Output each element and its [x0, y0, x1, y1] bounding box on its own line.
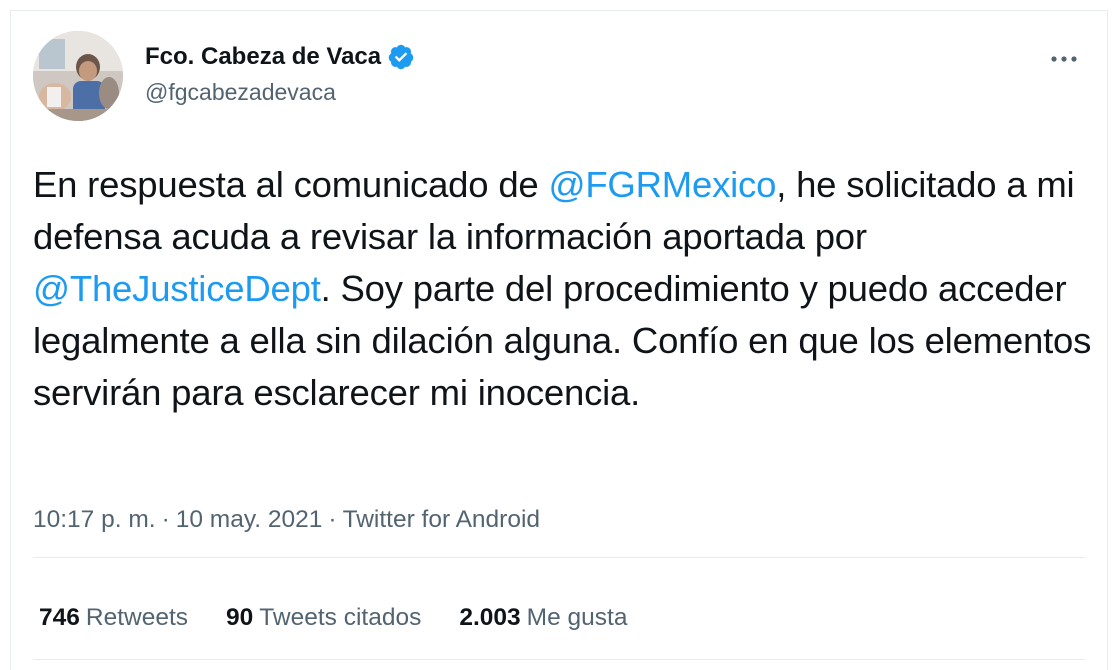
divider [33, 659, 1085, 660]
tweet-date[interactable]: 10 may. 2021 [176, 506, 323, 533]
retweets-stat[interactable]: 746 Retweets [39, 601, 188, 635]
tweet-card: Fco. Cabeza de Vaca @fgcabezadevaca En r… [10, 10, 1108, 670]
tweet-header: Fco. Cabeza de Vaca @fgcabezadevaca [33, 31, 1085, 123]
retweets-count: 746 [39, 604, 80, 631]
user-handle[interactable]: @fgcabezadevaca [145, 77, 415, 107]
more-horizontal-icon[interactable] [1047, 49, 1081, 69]
meta-separator: · [161, 506, 170, 533]
likes-count: 2.003 [459, 604, 521, 631]
tweet-meta: 10:17 p. m. · 10 may. 2021 · Twitter for And… [33, 503, 540, 537]
meta-separator: · [328, 506, 337, 533]
quote-tweets-count: 90 [226, 604, 254, 631]
divider [33, 557, 1085, 558]
avatar[interactable] [33, 31, 123, 121]
mention-link[interactable]: @TheJusticeDept [33, 268, 321, 309]
name-row: Fco. Cabeza de Vaca [145, 41, 415, 73]
tweet-source[interactable]: Twitter for Android [343, 506, 540, 533]
likes-label: Me gusta [526, 604, 628, 631]
quote-tweets-stat[interactable]: 90 Tweets citados [226, 601, 421, 635]
tweet-timestamp[interactable]: 10:17 p. m. [33, 506, 156, 533]
tweet-text-part: En respuesta al comunicado de [33, 164, 549, 205]
tweet-stats: 746 Retweets 90 Tweets citados 2.003 Me gus… [39, 601, 627, 635]
retweets-label: Retweets [85, 604, 189, 631]
likes-stat[interactable]: 2.003 Me gusta [459, 601, 627, 635]
author-info: Fco. Cabeza de Vaca @fgcabezadevaca [145, 41, 415, 107]
avatar-photo [33, 31, 123, 121]
mention-link[interactable]: @FGRMexico [548, 164, 776, 205]
verified-badge-icon [387, 43, 415, 71]
quote-tweets-label: Tweets citados [259, 604, 422, 631]
display-name[interactable]: Fco. Cabeza de Vaca [145, 41, 381, 73]
tweet-text: En respuesta al comunicado de @FGRMexico… [33, 159, 1093, 419]
